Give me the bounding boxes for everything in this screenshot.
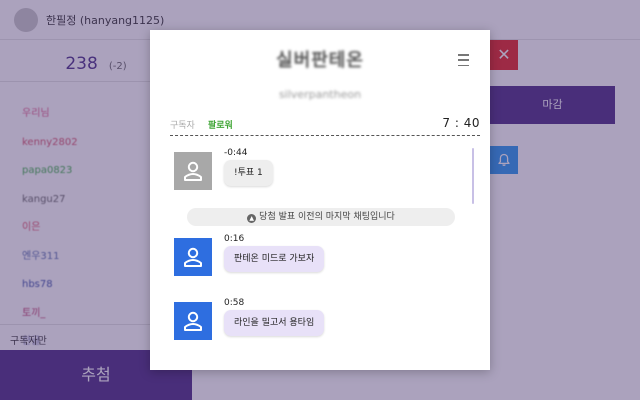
message-time: -0:44 — [224, 148, 248, 158]
message-time: 0:16 — [224, 234, 245, 244]
tab-follower[interactable]: 팔로워 — [208, 118, 233, 131]
avatar — [174, 238, 212, 276]
user-icon — [184, 161, 202, 181]
user-icon — [184, 311, 202, 331]
divider — [170, 135, 480, 136]
modal-subtitle: silverpantheon — [278, 88, 362, 101]
message-bubble: 판테온 미드로 가보자 — [224, 246, 325, 272]
avatar — [174, 152, 212, 190]
notice-text: 당첨 발표 이전의 마지막 채팅입니다 — [259, 212, 395, 222]
modal-title: 실버판테온 — [276, 50, 364, 71]
chat-scrollbar[interactable] — [472, 148, 474, 204]
timer: 7 : 40 — [442, 116, 480, 130]
chat-modal: 실버판테온 silverpantheon 구독자 팔로워 7 : 40 -0:4… — [150, 30, 490, 370]
avatar — [174, 302, 212, 340]
message-bubble: 라인을 밀고서 용타임 — [224, 310, 325, 336]
message-bubble: !투표 1 — [224, 160, 273, 186]
last-chat-notice: ▲ 당첨 발표 이전의 마지막 채팅입니다 — [187, 208, 455, 226]
tab-subscriber[interactable]: 구독자 — [170, 118, 195, 131]
chat-log[interactable]: -0:44 !투표 1 ▲ 당첨 발표 이전의 마지막 채팅입니다 0:16 판테… — [168, 146, 472, 370]
message-time: 0:58 — [224, 298, 245, 308]
chevron-up-icon: ▲ — [247, 214, 257, 223]
audience-tabs: 구독자 팔로워 7 : 40 — [170, 116, 480, 134]
menu-icon[interactable] — [458, 54, 472, 66]
user-icon — [184, 247, 202, 267]
